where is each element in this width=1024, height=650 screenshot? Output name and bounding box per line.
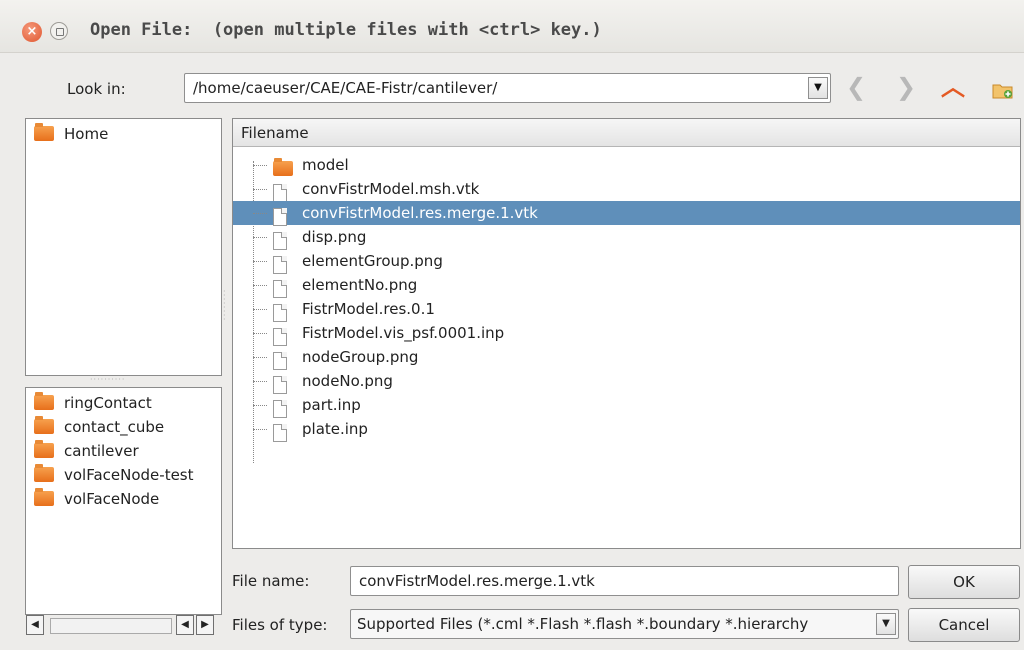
scroll-right-button[interactable]: ▶ [196,615,214,635]
cancel-button[interactable]: Cancel [908,608,1020,642]
file-row[interactable]: plate.inp [233,417,1020,444]
file-name: FistrModel.vis_psf.0001.inp [302,324,505,342]
file-name: FistrModel.res.0.1 [302,300,435,318]
folder-icon [34,439,54,458]
recent-item-volfacenode-test[interactable]: volFaceNode-test [34,463,194,486]
new-folder-icon [992,78,1014,99]
file-row[interactable]: part.inp [233,393,1020,418]
file-name: part.inp [302,396,361,414]
recent-item-label: ringContact [64,394,152,412]
minimize-window-button[interactable] [50,22,68,40]
folder-icon [34,415,54,434]
file-row[interactable]: nodeNo.png [233,369,1020,394]
chevron-down-icon[interactable]: ▼ [808,77,828,99]
recent-item-volfacenode[interactable]: volFaceNode [34,487,160,510]
close-window-button[interactable]: × [22,22,42,42]
tree-branch [253,177,273,201]
tree-branch [253,393,273,417]
look-in-path: /home/caeuser/CAE/CAE-Fistr/cantilever/ [193,79,498,97]
tree-branch [253,225,273,249]
file-row[interactable]: convFistrModel.msh.vtk [233,177,1020,202]
scroll-left-button[interactable]: ◀ [176,615,194,635]
file-row[interactable]: nodeGroup.png [233,345,1020,370]
tree-branch [253,417,273,441]
folder-icon [34,391,54,410]
tree-branch [253,369,273,393]
files-of-type-label: Files of type: [232,616,328,634]
panel-splitter-handle[interactable]: · · · · · · · · [223,288,229,324]
tree-branch [253,273,273,297]
new-folder-button[interactable] [990,78,1016,106]
tree-branch [253,297,273,321]
title-bar: × Open File: (open multiple files with <… [0,0,1024,53]
tree-branch [253,249,273,273]
tree-branch [253,321,273,345]
file-name: elementGroup.png [302,252,443,270]
forward-button[interactable]: ❯ [893,74,919,102]
recent-item-label: cantilever [64,442,139,460]
file-row[interactable]: elementNo.png [233,273,1020,298]
recent-item-label: volFaceNode [64,490,160,508]
chevron-down-icon[interactable]: ▼ [876,613,896,635]
splitter-handle[interactable]: ·········· [90,375,125,384]
places-item-home[interactable]: Home [34,122,109,145]
file-name: nodeGroup.png [302,348,419,366]
file-name-label: File name: [232,572,310,590]
window-title: Open File: (open multiple files with <ct… [90,20,602,40]
file-row-selected[interactable]: convFistrModel.res.merge.1.vtk [233,201,1020,226]
scrollbar-thumb[interactable] [50,618,172,634]
scroll-left-button[interactable]: ◀ [26,615,44,635]
file-row[interactable]: disp.png [233,225,1020,250]
filename-column-header[interactable]: Filename [233,119,1020,147]
recent-item-contact-cube[interactable]: contact_cube [34,415,165,438]
file-row[interactable]: FistrModel.res.0.1 [233,297,1020,322]
file-icon [273,420,287,444]
places-item-label: Home [64,125,109,143]
parent-directory-button[interactable]: ︿ [940,74,966,102]
recent-item-label: contact_cube [64,418,165,436]
files-of-type-value: Supported Files (*.cml *.Flash *.flash *… [357,615,809,633]
file-name: convFistrModel.msh.vtk [302,180,480,198]
file-list-panel: Filename model convFistrModel.msh.vtk co… [232,118,1021,549]
file-name-input[interactable]: convFistrModel.res.merge.1.vtk [350,566,899,596]
recent-item-ringcontact[interactable]: ringContact [34,391,152,414]
folder-icon [34,463,54,482]
file-name: convFistrModel.res.merge.1.vtk [302,204,538,222]
file-name: disp.png [302,228,367,246]
ok-button[interactable]: OK [908,565,1020,599]
tree-branch [253,153,273,177]
recent-folders-panel: ringContact contact_cube cantilever volF… [25,387,222,615]
tree-branch [253,201,273,225]
file-row-model[interactable]: model [233,153,1020,177]
back-button[interactable]: ❮ [843,74,869,102]
look-in-combobox[interactable]: /home/caeuser/CAE/CAE-Fistr/cantilever/ … [184,73,831,103]
file-row[interactable]: FistrModel.vis_psf.0001.inp [233,321,1020,346]
places-panel: Home [25,118,222,376]
tree-branch [253,345,273,369]
file-name-value: convFistrModel.res.merge.1.vtk [359,572,595,590]
recent-horizontal-scrollbar[interactable]: ◀ ◀ ▶ [26,615,222,637]
file-name: model [302,156,349,174]
file-row[interactable]: elementGroup.png [233,249,1020,274]
file-name: elementNo.png [302,276,418,294]
recent-item-label: volFaceNode-test [64,466,194,484]
file-name: nodeNo.png [302,372,393,390]
file-name: plate.inp [302,420,368,438]
folder-icon [34,487,54,506]
files-of-type-combobox[interactable]: Supported Files (*.cml *.Flash *.flash *… [350,609,899,639]
recent-item-cantilever[interactable]: cantilever [34,439,139,462]
look-in-label: Look in: [67,80,126,98]
folder-icon [34,122,54,141]
